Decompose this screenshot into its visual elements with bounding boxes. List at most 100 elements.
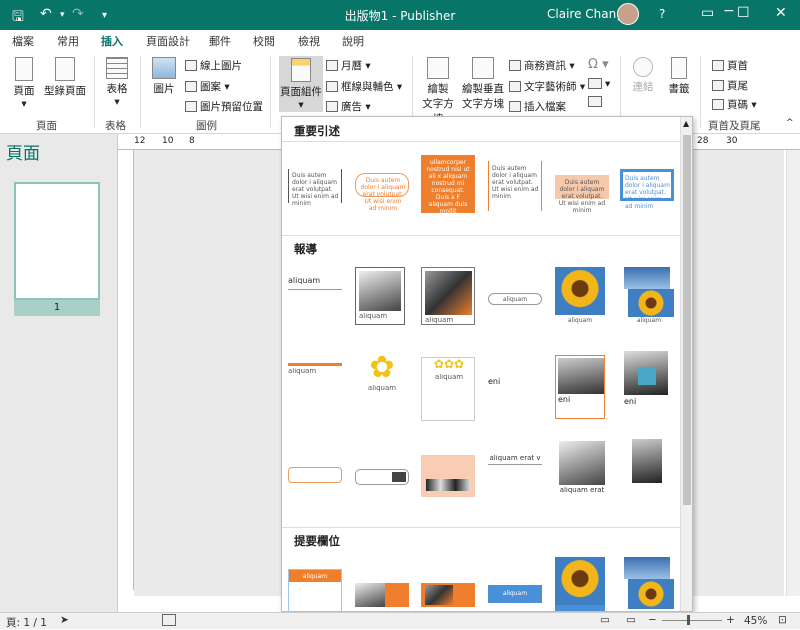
sidebar-item[interactable] [555, 557, 605, 611]
story-item[interactable]: aliquam [355, 267, 405, 325]
group-separator [270, 56, 271, 128]
page-parts-gallery: 重要引述 Duis autem dolor i aliquam erat vol… [281, 116, 693, 612]
story-item[interactable] [288, 467, 342, 483]
story-item[interactable]: aliquam [488, 293, 542, 305]
page-number-button[interactable]: 頁碼 ▾ [712, 97, 757, 112]
pull-quote-item[interactable]: Duis autem dolor i aliquam erat volutpat… [355, 173, 409, 212]
story-item[interactable]: eni [555, 355, 605, 419]
story-item[interactable]: ✿ aliquam [355, 351, 409, 411]
vertical-scrollbar[interactable] [786, 150, 800, 596]
page-parts-button[interactable]: 頁面組件 ▾ [279, 56, 323, 112]
header-button[interactable]: 頁首 [712, 58, 748, 73]
story-item[interactable]: aliquam [288, 267, 342, 327]
zoom-level[interactable]: 45% [744, 615, 767, 627]
story-item[interactable]: eni [620, 351, 674, 417]
date-time-icon[interactable] [588, 96, 605, 108]
insert-file-icon [509, 101, 521, 112]
object-icon[interactable]: ▾ [588, 78, 610, 90]
story-photo [359, 271, 401, 311]
picture-placeholder-button[interactable]: 圖片預留位置 [185, 99, 263, 114]
story-item[interactable] [355, 469, 409, 485]
pull-quote-item[interactable]: Duis autem dolor i aliquam erat volutpat… [288, 169, 342, 207]
shapes-button[interactable]: 圖案 ▾ [185, 79, 230, 94]
sidebar-item[interactable] [620, 557, 674, 611]
tab-help[interactable]: 說明 [342, 33, 364, 49]
pull-quote-item[interactable]: Duis autem dolor i aliquam erat volutpat… [488, 161, 542, 211]
section-pull-quotes: 重要引述 [294, 124, 340, 138]
user-name[interactable]: Claire Chang [547, 7, 624, 21]
borders-accents-icon [326, 81, 338, 92]
sunflower-photo [628, 289, 674, 317]
story-item[interactable]: aliquam erat v [488, 453, 542, 499]
story-item[interactable]: aliquam [620, 267, 674, 325]
advertisements-icon [326, 101, 338, 112]
insert-file-button[interactable]: 插入檔案 [509, 99, 566, 114]
calendars-button[interactable]: 月曆 ▾ [326, 58, 371, 73]
picture-button[interactable]: 圖片 [148, 57, 180, 96]
tab-file[interactable]: 檔案 [12, 33, 34, 49]
sidebar-item[interactable]: aliquam [288, 569, 342, 611]
zoom-slider[interactable] [662, 620, 722, 621]
story-item[interactable]: eni [488, 375, 542, 407]
story-item[interactable]: aliquam [288, 363, 342, 415]
pull-quote-item[interactable]: Duis autem dolor i aliquam erat volutpat… [620, 169, 674, 210]
online-pictures-label: 線上圖片 [200, 60, 242, 72]
text-box-icon [427, 57, 449, 79]
zoom-slider-thumb[interactable] [687, 615, 690, 625]
table-button-label: 表格 [106, 83, 128, 95]
maximize-icon[interactable]: ☐ [737, 5, 750, 21]
footer-button[interactable]: 頁尾 [712, 78, 748, 93]
cursor-icon: ➤ [60, 614, 69, 626]
gallery-scroll-thumb[interactable] [683, 135, 691, 505]
advertisements-button[interactable]: 廣告 ▾ [326, 99, 371, 114]
wordart-button[interactable]: 文字藝術師 ▾ [509, 79, 585, 94]
story-item[interactable]: aliquam [555, 267, 605, 325]
story-item[interactable]: ✿✿✿ aliquam [421, 357, 475, 421]
story-item[interactable]: aliquam [421, 267, 475, 325]
borders-accents-button[interactable]: 框線與輔色 ▾ [326, 79, 402, 94]
close-icon[interactable]: ✕ [775, 5, 787, 21]
sidebar-item[interactable]: aliquam [488, 585, 542, 603]
table-button[interactable]: 表格 ▾ [100, 57, 134, 108]
sidebar-item[interactable] [355, 583, 409, 607]
group-separator [140, 56, 141, 128]
avatar[interactable] [617, 3, 639, 25]
pages-pane: 頁面 1 [0, 134, 118, 612]
zoom-out-button[interactable]: − [648, 614, 657, 626]
catalog-pages-icon [55, 57, 75, 81]
zoom-in-button[interactable]: + [726, 614, 735, 626]
fit-page-icon[interactable]: ⊡ [778, 614, 787, 626]
two-page-view-icon[interactable]: ▭ [626, 614, 636, 626]
ribbon-display-icon[interactable]: ▭ [701, 5, 714, 21]
help-button[interactable]: ? [659, 7, 665, 21]
tab-mailings[interactable]: 郵件 [209, 33, 231, 49]
online-pictures-button[interactable]: 線上圖片 [185, 58, 242, 73]
bookmark-button[interactable]: 書籤 [664, 57, 694, 96]
gallery-scrollbar[interactable]: ▲ [680, 117, 692, 611]
collapse-ribbon-icon[interactable]: ^ [786, 118, 794, 128]
picture-button-label: 圖片 [153, 83, 175, 95]
wordart-icon [509, 81, 521, 92]
business-information-label: 商務資訊 [524, 60, 566, 72]
story-item[interactable]: aliquam erat [555, 439, 609, 513]
symbol-icon[interactable]: Ω ▾ [588, 57, 609, 72]
tab-view[interactable]: 檢視 [298, 33, 320, 49]
tab-page-design[interactable]: 頁面設計 [146, 33, 190, 49]
page-button[interactable]: 頁面 ▾ [8, 57, 40, 110]
business-information-button[interactable]: 商務資訊 ▾ [509, 58, 575, 73]
tab-review[interactable]: 校閱 [253, 33, 275, 49]
pull-quote-item[interactable]: Duis autem dolor i aliquam erat volutpat… [555, 175, 609, 214]
pull-quote-item[interactable]: ullamcorper nostrud nisl ut ali x aliqua… [421, 155, 475, 215]
draw-vertical-text-box-button[interactable]: 繪製垂直 文字方塊 [462, 57, 504, 111]
sidebar-item[interactable] [421, 583, 475, 607]
tab-home[interactable]: 常用 [57, 33, 79, 49]
scroll-up-icon[interactable]: ▲ [683, 119, 689, 128]
link-button[interactable]: 連結 [628, 57, 658, 94]
minimize-icon[interactable]: − [723, 3, 735, 19]
page-thumbnail[interactable] [14, 182, 100, 300]
story-item[interactable] [620, 439, 674, 513]
story-item[interactable] [421, 455, 475, 497]
single-page-view-icon[interactable]: ▭ [600, 614, 610, 626]
page-indicator: 頁: 1 / 1 [6, 617, 47, 629]
catalog-pages-button[interactable]: 型錄頁面 [42, 57, 88, 98]
